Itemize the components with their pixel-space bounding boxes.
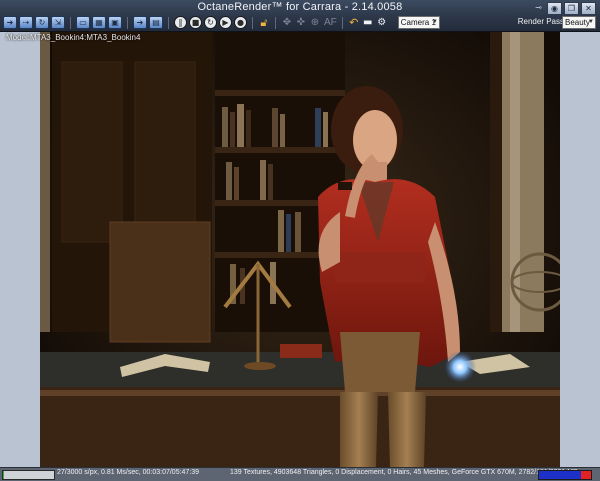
target-icon[interactable]: ⊕ <box>309 17 321 28</box>
export-icon[interactable]: ⇲ <box>51 16 65 29</box>
pillar <box>502 32 544 332</box>
grid-icon[interactable]: ▦ <box>92 16 106 29</box>
pick-icon[interactable]: ✥ <box>281 17 293 28</box>
reload-icon[interactable]: ↻ <box>35 16 49 29</box>
render-pass-select[interactable]: Beauty ▼ <box>562 16 596 29</box>
toolbar-divider <box>275 16 276 29</box>
toolbar: OctaneRender™ for Carrara - 2.14.0058 ⊸ … <box>0 0 600 32</box>
viewport-margin-right <box>560 32 600 467</box>
restore-icon[interactable]: ❐ <box>564 2 579 15</box>
undo-icon[interactable]: ↶ <box>348 17 360 28</box>
render-pass-value: Beauty <box>565 18 590 27</box>
camera-select-value: Camera 1 <box>400 18 436 27</box>
camera-icon[interactable]: ▬ <box>362 17 374 28</box>
toolbar-divider <box>168 16 169 29</box>
model-label: Model:MTA3_Bookin4:MTA3_Bookin4 <box>6 33 141 42</box>
refresh-icon[interactable]: ↻ <box>204 16 217 29</box>
image-icon[interactable]: ▣ <box>108 16 122 29</box>
eye-icon[interactable]: ◉ <box>547 2 562 15</box>
toolbar-divider <box>341 16 343 29</box>
pause-icon[interactable]: ‖ <box>174 16 187 29</box>
viewport-margin-left <box>0 32 40 467</box>
render-pass-label: Render Pass <box>517 17 564 26</box>
render-progress-fill <box>3 471 5 479</box>
status-bar: 27/3000 s/px, 0.81 Ms/sec, 00:03:07/05:4… <box>0 467 600 481</box>
window-controls: ⊸ ◉ ❐ ✕ <box>532 2 596 15</box>
forward-icon[interactable]: ➔ <box>133 16 147 29</box>
camera-settings-icon[interactable]: ⚙ <box>376 17 388 28</box>
play-icon[interactable]: ▶ <box>219 16 232 29</box>
render-stats: 27/3000 s/px, 0.81 Ms/sec, 00:03:07/05:4… <box>57 469 200 476</box>
send-scene-icon[interactable]: ⇢ <box>19 16 33 29</box>
rendered-scene <box>40 32 560 467</box>
memory-usage-bar <box>538 470 592 480</box>
chevron-down-icon: ▼ <box>431 19 438 25</box>
magic-orb <box>444 351 476 383</box>
close-icon[interactable]: ✕ <box>581 2 596 15</box>
render-progress-bar <box>2 470 55 480</box>
open-scene-icon[interactable]: ➜ <box>3 16 17 29</box>
window-title: OctaneRender™ for Carrara - 2.14.0058 <box>197 1 403 13</box>
frame-icon[interactable]: ▭ <box>76 16 90 29</box>
focus-icon[interactable]: ✜ <box>295 17 307 28</box>
book-icon[interactable]: ▤ <box>149 16 163 29</box>
pin-icon[interactable]: ⊸ <box>532 2 545 13</box>
camera-select[interactable]: Camera 1 ▼ <box>397 16 440 29</box>
scene-stats: 139 Textures, 4903648 Triangles, 0 Displ… <box>230 469 578 476</box>
stop-icon[interactable]: ■ <box>189 16 202 29</box>
chevron-down-icon: ▼ <box>588 19 594 25</box>
render-viewport[interactable] <box>40 32 560 467</box>
memory-usage-warning <box>581 471 591 479</box>
toolbar-divider <box>252 16 253 29</box>
toolbar-divider <box>70 16 71 29</box>
record-icon[interactable]: ● <box>234 16 247 29</box>
autofocus-label[interactable]: AF <box>324 17 337 28</box>
toolbar-divider <box>127 16 128 29</box>
tool-buttons: ➜ ⇢ ↻ ⇲ ▭ ▦ ▣ ➔ ▤ ‖ ■ ↻ ▶ ● 🔓︎ ✥ ✜ ⊕ AF … <box>3 16 440 29</box>
lock-icon[interactable]: 🔓︎ <box>258 17 270 28</box>
